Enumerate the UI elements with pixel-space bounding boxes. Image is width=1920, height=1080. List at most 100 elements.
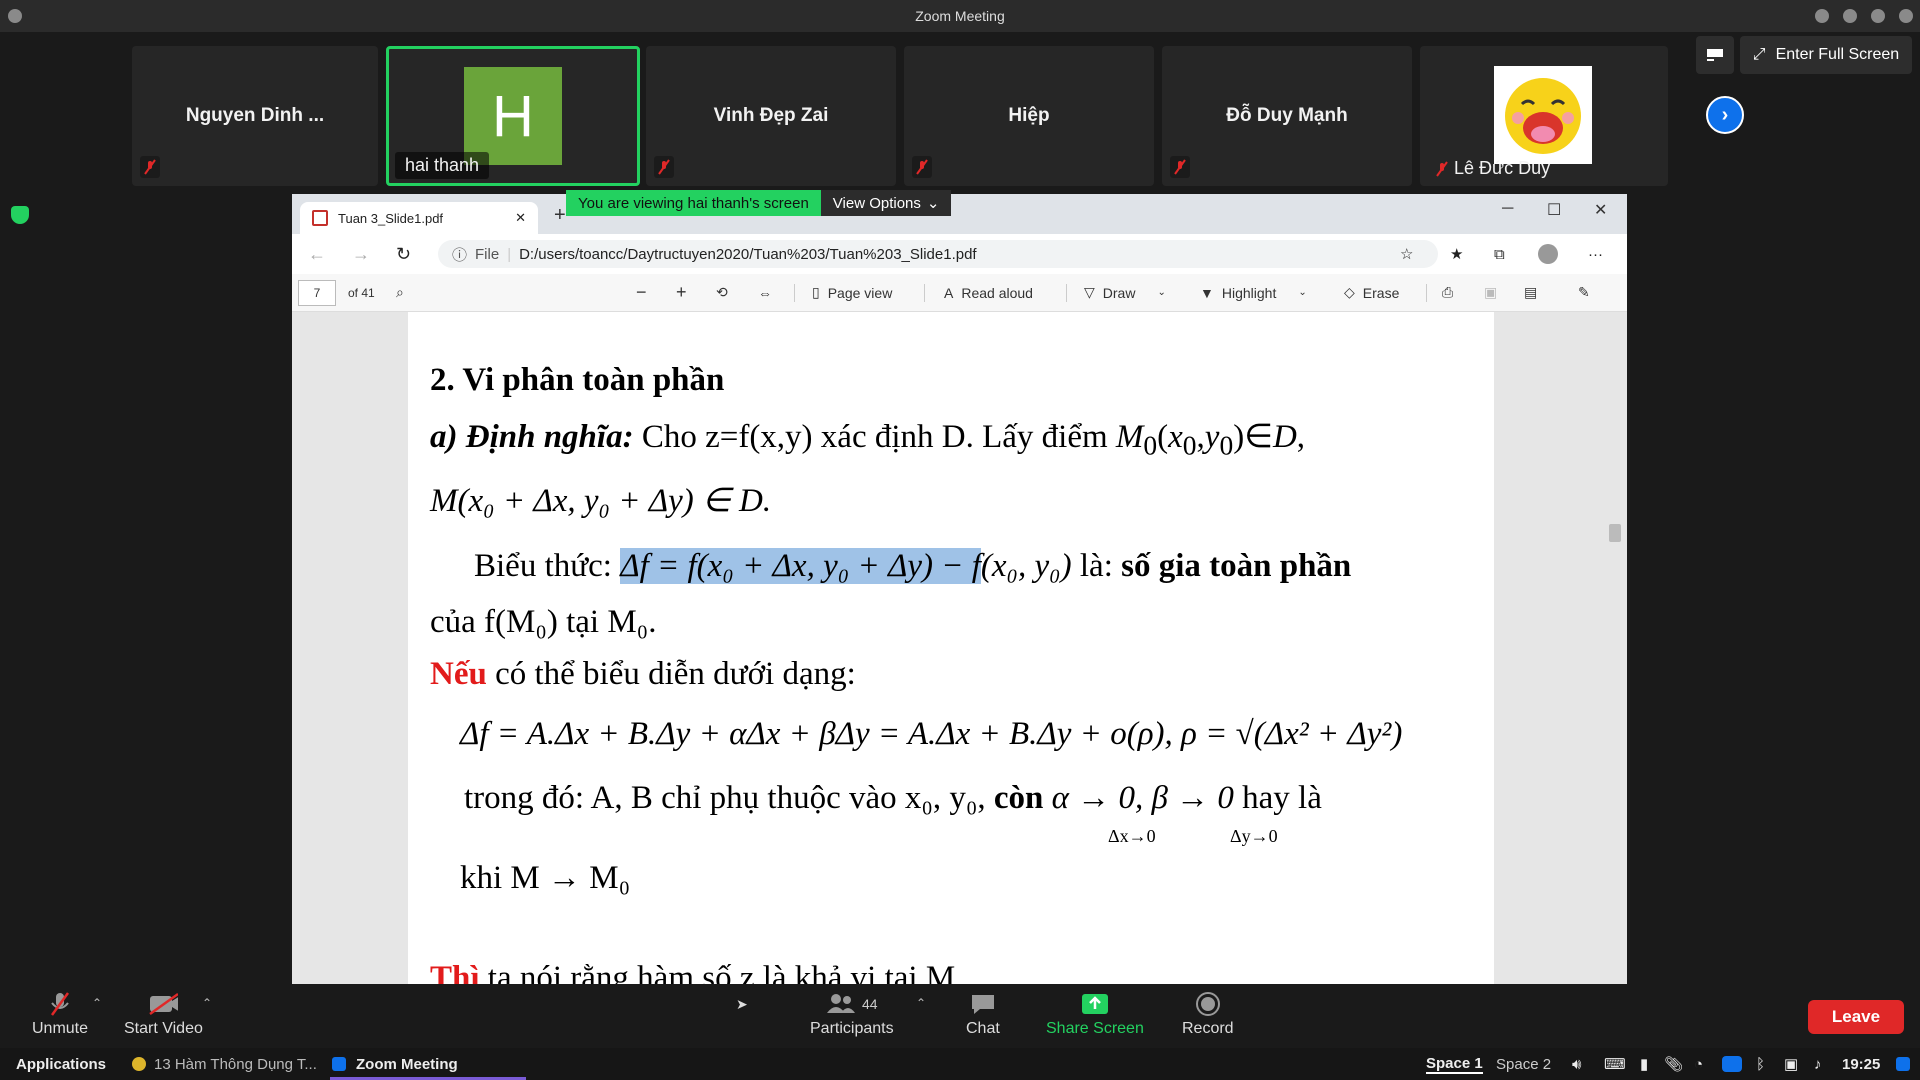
participant-tile[interactable]: Nguyen Dinh ... bbox=[132, 46, 378, 186]
taskbar-item-browser[interactable]: 13 Hàm Thông Dụng T... bbox=[154, 1056, 317, 1073]
unmute-button[interactable]: Unmute bbox=[32, 992, 88, 1038]
draw-icon: ▽ bbox=[1084, 284, 1095, 300]
mic-muted-icon bbox=[140, 156, 160, 178]
browser-close-icon[interactable]: ✕ bbox=[1594, 200, 1607, 220]
browser-maximize-icon[interactable]: ☐ bbox=[1547, 200, 1561, 220]
notification-icon[interactable] bbox=[1896, 1057, 1910, 1071]
mic-muted-icon bbox=[1170, 156, 1190, 178]
definition-line: a) Định nghĩa: Cho z=f(x,y) xác định D. … bbox=[430, 419, 1306, 461]
favorite-add-icon[interactable]: ☆ bbox=[1400, 245, 1413, 263]
zoom-tray-icon[interactable] bbox=[1722, 1056, 1742, 1072]
next-page-button[interactable]: › bbox=[1706, 96, 1744, 134]
search-icon[interactable]: ⌕ bbox=[396, 284, 404, 301]
print-icon[interactable]: ⎙ bbox=[1442, 284, 1453, 301]
draw-button[interactable]: ▽ Draw ⌄ bbox=[1084, 284, 1166, 301]
layout-toggle-button[interactable] bbox=[1696, 36, 1734, 74]
meeting-toolbar: Unmute ⌃ Start Video ⌃ 44 Participants ⌃… bbox=[0, 984, 1920, 1048]
participant-tile[interactable]: Vinh Đẹp Zai bbox=[646, 46, 896, 186]
profile-icon[interactable] bbox=[1538, 244, 1558, 264]
bell-icon[interactable]: ♪ bbox=[1814, 1056, 1822, 1073]
participant-tile[interactable]: Lê Đức Duy bbox=[1420, 46, 1668, 186]
save-as-icon[interactable]: ▤ bbox=[1524, 284, 1537, 301]
more-icon[interactable]: ··· bbox=[1588, 246, 1603, 263]
chat-button[interactable]: Chat bbox=[966, 992, 1000, 1038]
start-video-button[interactable]: Start Video bbox=[124, 992, 203, 1038]
browser-minimize-icon[interactable]: ─ bbox=[1502, 200, 1513, 218]
zoom-in-icon[interactable]: + bbox=[676, 282, 687, 303]
page-total: of 41 bbox=[348, 285, 375, 300]
chat-icon bbox=[968, 992, 998, 1016]
participant-nametag: Lê Đức Duy bbox=[1426, 155, 1560, 182]
security-shield-icon[interactable] bbox=[11, 206, 29, 224]
mic-muted-icon bbox=[1436, 160, 1448, 177]
bluetooth-icon[interactable]: ᛒ bbox=[1756, 1056, 1765, 1073]
applications-menu[interactable]: Applications bbox=[16, 1056, 106, 1073]
workspace-1[interactable]: Space 1 bbox=[1426, 1055, 1483, 1074]
chrome-icon bbox=[132, 1057, 146, 1071]
fit-page-icon[interactable]: ⇔ bbox=[758, 285, 772, 301]
pdf-scrollbar[interactable] bbox=[1609, 436, 1621, 984]
rotate-icon[interactable]: ⟲ bbox=[716, 284, 728, 301]
favorites-icon[interactable]: ★ bbox=[1450, 245, 1463, 263]
mic-muted-icon bbox=[45, 992, 75, 1016]
expression-line: Biểu thức: Δf = f(x₀ + Δx, y₀ + Δy) − f(… bbox=[474, 548, 1352, 584]
window-titlebar: Zoom Meeting bbox=[0, 0, 1920, 32]
lock-icon[interactable]: ▣ bbox=[1784, 1055, 1798, 1073]
erase-button[interactable]: ◇ Erase bbox=[1344, 284, 1399, 301]
leave-button[interactable]: Leave bbox=[1808, 1000, 1904, 1034]
participant-tile[interactable]: Đỗ Duy Mạnh bbox=[1162, 46, 1412, 186]
participant-tile[interactable]: Hiệp bbox=[904, 46, 1154, 186]
tab-close-icon[interactable]: ✕ bbox=[515, 210, 526, 226]
record-button[interactable]: Record bbox=[1182, 992, 1234, 1038]
share-banner: You are viewing hai thanh's screen View … bbox=[566, 190, 952, 216]
limit-sub-dy: Δy→0 bbox=[1230, 826, 1278, 846]
zoom-app-icon bbox=[332, 1057, 346, 1071]
highlight-button[interactable]: ▼ Highlight ⌄ bbox=[1200, 285, 1307, 301]
main-formula: Δf = A.Δx + B.Δy + αΔx + βΔy = A.Δx + B.… bbox=[460, 716, 1403, 752]
battery-icon[interactable]: ▮ bbox=[1640, 1055, 1648, 1073]
scroll-thumb[interactable] bbox=[1609, 524, 1621, 542]
read-aloud-icon: A bbox=[944, 284, 954, 301]
chevron-up-icon[interactable]: ⌃ bbox=[202, 996, 212, 1010]
taskbar-item-zoom[interactable]: Zoom Meeting bbox=[356, 1056, 458, 1073]
minimize-button[interactable] bbox=[1815, 9, 1829, 23]
close-button[interactable] bbox=[1899, 9, 1913, 23]
save-icon[interactable]: ▣ bbox=[1484, 284, 1497, 301]
chevron-up-icon[interactable]: ⌃ bbox=[92, 996, 102, 1010]
chevron-down-icon: ⌄ bbox=[1157, 287, 1166, 298]
page-view-button[interactable]: ▯ Page view bbox=[812, 284, 892, 301]
browser-tab[interactable]: Tuan 3_Slide1.pdf ✕ bbox=[300, 202, 538, 234]
chevron-up-icon[interactable]: ⌃ bbox=[916, 996, 926, 1010]
participant-tile-active[interactable]: H hai thanh bbox=[386, 46, 640, 186]
fullscreen-button[interactable]: ⤢ Enter Full Screen bbox=[1740, 36, 1912, 74]
clock: 19:25 bbox=[1842, 1055, 1881, 1073]
zoom-out-icon[interactable]: − bbox=[636, 282, 647, 303]
collections-icon[interactable]: ⧉ bbox=[1494, 246, 1505, 263]
video-off-icon bbox=[148, 992, 179, 1016]
pin-icon[interactable]: ✎ bbox=[1578, 284, 1590, 301]
view-options-button[interactable]: View Options ⌄ bbox=[820, 190, 952, 216]
pdf-viewport[interactable]: 2. Vi phân toàn phần a) Định nghĩa: Cho … bbox=[292, 312, 1627, 984]
new-tab-icon[interactable]: + bbox=[554, 204, 566, 227]
wifi-icon[interactable]: ◔ bbox=[1694, 1056, 1703, 1073]
back-icon[interactable]: ← bbox=[308, 244, 326, 265]
viewing-banner: You are viewing hai thanh's screen bbox=[566, 190, 821, 216]
workspace-2[interactable]: Space 2 bbox=[1496, 1056, 1551, 1073]
highlight-icon: ▼ bbox=[1200, 284, 1214, 301]
attachment-icon[interactable]: 📎︎ bbox=[1664, 1055, 1683, 1073]
participants-button[interactable]: 44 Participants bbox=[810, 992, 894, 1038]
share-screen-button[interactable]: Share Screen bbox=[1046, 992, 1144, 1038]
window-restore-button[interactable] bbox=[1871, 9, 1885, 23]
window-title: Zoom Meeting bbox=[915, 8, 1005, 24]
address-bar[interactable]: ⓘ File | D:/users/toancc/Daytructuyen202… bbox=[438, 240, 1438, 268]
window-menu-dot[interactable] bbox=[8, 9, 22, 23]
page-number-input[interactable]: 7 bbox=[298, 280, 336, 306]
refresh-icon[interactable]: ↻ bbox=[396, 244, 411, 265]
maximize-button[interactable] bbox=[1843, 9, 1857, 23]
pdf-page: 2. Vi phân toàn phần a) Định nghĩa: Cho … bbox=[408, 312, 1494, 984]
mic-muted-icon bbox=[912, 156, 932, 178]
keyboard-icon[interactable]: ⌨ bbox=[1604, 1055, 1626, 1073]
read-aloud-button[interactable]: A Read aloud bbox=[944, 285, 1033, 301]
forward-icon[interactable]: → bbox=[352, 244, 370, 265]
volume-icon[interactable]: 🔊︎ bbox=[1572, 1056, 1581, 1073]
